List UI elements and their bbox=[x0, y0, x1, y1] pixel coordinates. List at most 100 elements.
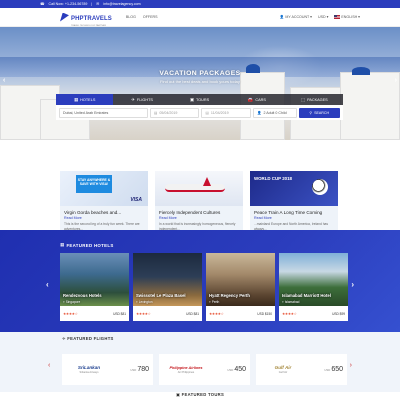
featured-hotels-title: ▦ FEATURED HOTELS bbox=[60, 242, 114, 248]
hero-subtitle: Find out the best deals and book yours t… bbox=[160, 79, 240, 84]
tab-tours[interactable]: ▣ TOURS bbox=[170, 94, 229, 105]
hotel-name: Hyatt Regency Perth bbox=[209, 293, 250, 298]
football-icon bbox=[312, 179, 328, 195]
blog-card-title[interactable]: Virgin Gorda beaches and... bbox=[60, 206, 148, 215]
flight-price: USD 780 bbox=[130, 366, 149, 373]
flights-next-arrow-icon[interactable]: › bbox=[350, 362, 352, 369]
my-account-menu[interactable]: 👤 MY ACCOUNT ▾ bbox=[280, 15, 312, 19]
airplane-tail bbox=[203, 177, 211, 186]
nav-item-offers[interactable]: OFFERS bbox=[143, 15, 158, 19]
destination-input[interactable]: Dubai, United Arab Emirates bbox=[59, 107, 148, 118]
plane-icon: ✈ bbox=[131, 96, 135, 102]
flight-card[interactable]: SriLankan Srilanka Airways USD 780 bbox=[62, 354, 153, 385]
hotel-location: ⌖ Lexington bbox=[136, 300, 153, 304]
logo-mark-icon bbox=[60, 12, 69, 22]
airline-logo-text: SriLankan bbox=[77, 365, 101, 370]
hero-next-arrow-icon[interactable]: › bbox=[395, 77, 397, 84]
airline-name: Srilanka Airways bbox=[79, 371, 99, 374]
hotel-card[interactable]: Islamabad Marriott Hotel ⌖ Islamabad ★★★… bbox=[279, 253, 348, 321]
hotel-location: ⌖ Islamabad bbox=[282, 300, 300, 304]
airline-logo-text: Philippine Airlines bbox=[169, 365, 203, 370]
blog-card-image bbox=[155, 171, 243, 206]
main-nav: BLOG OFFERS bbox=[126, 15, 158, 19]
car-icon: 🚘 bbox=[247, 96, 254, 102]
flight-card[interactable]: Philippine Airlines Air Philippines USD … bbox=[159, 354, 250, 385]
checkout-input[interactable]: ▤ 11/04/2019 bbox=[201, 107, 251, 118]
hotel-price: USD $81 bbox=[186, 311, 199, 316]
phone-number[interactable]: Call Now: +1-234-56789 bbox=[48, 2, 87, 6]
phone-icon: ☎ bbox=[40, 2, 45, 6]
search-tabs: ▦ HOTELS ✈ FLIGHTS ▣ TOURS 🚘 CARS ⬚ PACKAGES bbox=[56, 94, 344, 105]
airline-logo-text: Gulf Air bbox=[274, 365, 292, 370]
hotel-image: Hyatt Regency Perth ⌖ Perth bbox=[206, 253, 275, 306]
logo-text: PHPTRAVELS bbox=[71, 16, 112, 22]
featured-flights-title: ✈ FEATURED FLIGHTS bbox=[62, 336, 114, 341]
guests-select[interactable]: 👤 2 Adult 0 Child bbox=[252, 107, 297, 118]
airline-logo: Gulf Air Gulf Air bbox=[260, 365, 306, 374]
airline-name: Gulf Air bbox=[278, 371, 288, 374]
hero-banner: VACATION PACKAGES Find out the best deal… bbox=[0, 27, 400, 140]
blog-card-title[interactable]: Peace Train A Long Time Coming bbox=[250, 206, 338, 215]
search-icon: ⚲ bbox=[309, 110, 313, 115]
search-fields: Dubai, United Arab Emirates ▤ 05/04/2019 … bbox=[56, 105, 343, 120]
hotel-card-footer: ★★★★☆ USD $81 bbox=[60, 306, 129, 321]
hotel-list: Rendezvous Hotels ⌖ Singapore ★★★★☆ USD … bbox=[60, 253, 348, 321]
hotel-price: USD $81 bbox=[113, 311, 126, 316]
site-header: PHPTRAVELS TRAVEL TECHNOLOGY PARTNER BLO… bbox=[0, 8, 400, 27]
airline-name: Air Philippines bbox=[177, 370, 195, 374]
blog-card-image: STAY ANYWHERE & SAVE WITH VISA! VISA bbox=[60, 171, 148, 206]
hotel-price: USD $99 bbox=[332, 311, 345, 316]
us-flag-icon bbox=[334, 15, 341, 20]
flight-price: USD 450 bbox=[227, 366, 246, 373]
hotel-image: Islamabad Marriott Hotel ⌖ Islamabad bbox=[279, 253, 348, 306]
calendar-icon: ▤ bbox=[205, 110, 209, 115]
tab-flights[interactable]: ✈ FLIGHTS bbox=[113, 94, 171, 105]
hero-title: VACATION PACKAGES bbox=[159, 70, 241, 77]
star-rating: ★★★★☆ bbox=[63, 311, 78, 316]
building-icon: ▦ bbox=[60, 242, 65, 247]
blog-card-title[interactable]: Fiercely Independent Cultures bbox=[155, 206, 243, 215]
search-widget: ▦ HOTELS ✈ FLIGHTS ▣ TOURS 🚘 CARS ⬚ PACKAGES … bbox=[56, 94, 344, 120]
airplane-illustration bbox=[165, 184, 225, 192]
promo-banner: STAY ANYWHERE & SAVE WITH VISA! bbox=[76, 175, 112, 193]
tab-cars[interactable]: 🚘 CARS bbox=[228, 94, 286, 105]
airline-logo: SriLankan Srilanka Airways bbox=[66, 365, 112, 374]
search-button[interactable]: ⚲ SEARCH bbox=[298, 107, 340, 118]
plane-icon: ✈ bbox=[62, 336, 66, 341]
hotel-card-footer: ★★★★☆ USD $150 bbox=[206, 306, 275, 321]
hotel-card[interactable]: Hyatt Regency Perth ⌖ Perth ★★★★☆ USD $1… bbox=[206, 253, 275, 321]
hero-prev-arrow-icon[interactable]: ‹ bbox=[3, 77, 5, 84]
email-address[interactable]: info@travelagency.com bbox=[103, 2, 140, 6]
tab-hotels[interactable]: ▦ HOTELS bbox=[56, 94, 114, 105]
nav-item-blog[interactable]: BLOG bbox=[126, 15, 136, 19]
building-icon: ▦ bbox=[74, 96, 79, 102]
header-actions: 👤 MY ACCOUNT ▾ USD ▾ ENGLISH ▾ bbox=[280, 15, 360, 20]
language-select[interactable]: ENGLISH ▾ bbox=[334, 15, 360, 20]
flight-list: SriLankan Srilanka Airways USD 780 Phili… bbox=[62, 354, 347, 385]
package-icon: ⬚ bbox=[300, 96, 306, 102]
hotels-next-arrow-icon[interactable]: › bbox=[351, 280, 354, 289]
checkin-input[interactable]: ▤ 05/04/2019 bbox=[149, 107, 200, 118]
flights-prev-arrow-icon[interactable]: ‹ bbox=[48, 362, 50, 369]
star-rating: ★★★★☆ bbox=[209, 311, 224, 316]
user-icon: 👤 bbox=[279, 14, 285, 19]
star-rating: ★★★★☆ bbox=[282, 311, 297, 316]
hotel-location: ⌖ Singapore bbox=[63, 300, 81, 304]
hotels-prev-arrow-icon[interactable]: ‹ bbox=[46, 280, 49, 289]
hotel-name: Islamabad Marriott Hotel bbox=[282, 293, 331, 298]
site-logo[interactable]: PHPTRAVELS TRAVEL TECHNOLOGY PARTNER bbox=[60, 7, 112, 27]
user-icon: 👤 bbox=[256, 110, 262, 115]
divider: | bbox=[91, 2, 93, 6]
hotel-price: USD $150 bbox=[257, 311, 272, 316]
visa-logo: VISA bbox=[130, 197, 142, 203]
flight-card[interactable]: Gulf Air Gulf Air USD 650 bbox=[256, 354, 347, 385]
tab-packages[interactable]: ⬚ PACKAGES bbox=[285, 94, 344, 105]
featured-hotels-section: ▦ FEATURED HOTELS ‹ › Rendezvous Hotels ⌖… bbox=[0, 230, 400, 332]
currency-select[interactable]: USD ▾ bbox=[318, 15, 328, 19]
hotel-card-footer: ★★★★☆ USD $81 bbox=[133, 306, 202, 321]
featured-flights-section: ✈ FEATURED FLIGHTS ‹ › SriLankan Srilank… bbox=[0, 332, 400, 392]
hotel-card[interactable]: Swissotel Le Plaza Basel ⌖ Lexington ★★★… bbox=[133, 253, 202, 321]
hotel-card[interactable]: Rendezvous Hotels ⌖ Singapore ★★★★☆ USD … bbox=[60, 253, 129, 321]
worldcup-banner: WORLD CUP 2018 bbox=[254, 176, 292, 181]
airline-logo: Philippine Airlines Air Philippines bbox=[163, 366, 209, 374]
